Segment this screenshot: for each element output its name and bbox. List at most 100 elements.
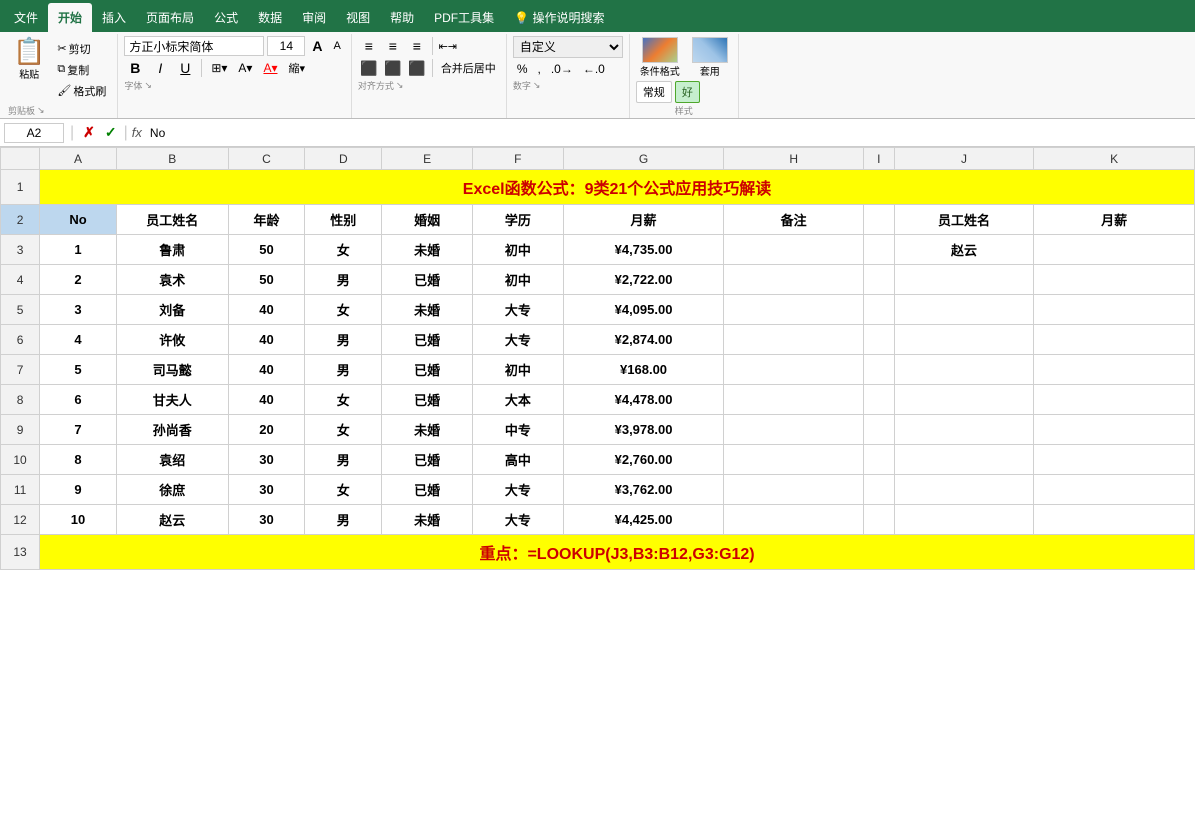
cell-F5[interactable]: 大专 [472,295,563,325]
merge-center-button[interactable]: 合并后居中 [437,58,500,78]
special-format-button[interactable]: 縮▾ [284,58,309,78]
cell-C8[interactable]: 40 [228,385,305,415]
row-header-2[interactable]: 2 [1,205,40,235]
cell-B11[interactable]: 徐庶 [116,475,228,505]
cell-E9[interactable]: 未婚 [382,415,473,445]
cell-A11[interactable]: 9 [40,475,117,505]
font-increase-button[interactable]: A [308,36,326,56]
copy-button[interactable]: ⧉ 复制 [54,60,109,80]
cell-A6[interactable]: 4 [40,325,117,355]
cell-K3[interactable] [1034,235,1195,265]
cell-K10[interactable] [1034,445,1195,475]
font-size-input[interactable] [267,36,305,56]
cell-B9[interactable]: 孙尚香 [116,415,228,445]
row-header-11[interactable]: 11 [1,475,40,505]
cell-B3[interactable]: 鲁肃 [116,235,228,265]
cell-D12[interactable]: 男 [305,505,382,535]
align-top-right-button[interactable]: ≡ [406,36,428,56]
menu-insert[interactable]: 插入 [92,3,136,32]
cell-G3[interactable]: ¥4,735.00 [563,235,724,265]
cell-H5[interactable] [724,295,864,325]
cell-A2[interactable]: No [40,205,117,235]
font-name-input[interactable] [124,36,264,56]
cell-H12[interactable] [724,505,864,535]
increase-decimal-button[interactable]: .0→ [547,60,577,78]
cell-D9[interactable]: 女 [305,415,382,445]
cell-K5[interactable] [1034,295,1195,325]
cell-H4[interactable] [724,265,864,295]
paste-button[interactable]: 📋 粘贴 [8,36,50,103]
row-header-7[interactable]: 7 [1,355,40,385]
cell-ref-input[interactable] [4,123,64,143]
cell-G5[interactable]: ¥4,095.00 [563,295,724,325]
align-right-button[interactable]: ⬛ [406,58,428,78]
cell-H11[interactable] [724,475,864,505]
cell-E4[interactable]: 已婚 [382,265,473,295]
cell-I12[interactable] [863,505,894,535]
cell-E3[interactable]: 未婚 [382,235,473,265]
underline-button[interactable]: U [174,58,196,78]
cell-G7[interactable]: ¥168.00 [563,355,724,385]
cell-F11[interactable]: 大专 [472,475,563,505]
cell-I3[interactable] [863,235,894,265]
menu-layout[interactable]: 页面布局 [136,3,204,32]
cell-F3[interactable]: 初中 [472,235,563,265]
cut-button[interactable]: ✂ 剪切 [54,39,109,59]
cell-C6[interactable]: 40 [228,325,305,355]
col-header-I[interactable]: I [863,148,894,170]
cell-G4[interactable]: ¥2,722.00 [563,265,724,295]
cell-I9[interactable] [863,415,894,445]
cell-F6[interactable]: 大专 [472,325,563,355]
cell-B4[interactable]: 袁术 [116,265,228,295]
cell-D2[interactable]: 性别 [305,205,382,235]
row-header-4[interactable]: 4 [1,265,40,295]
cell-G9[interactable]: ¥3,978.00 [563,415,724,445]
cell-I4[interactable] [863,265,894,295]
cell-D8[interactable]: 女 [305,385,382,415]
expand-clipboard-icon[interactable]: ↘ [37,105,45,116]
menu-pdf[interactable]: PDF工具集 [424,3,504,32]
cell-A9[interactable]: 7 [40,415,117,445]
decrease-decimal-button[interactable]: ←.0 [579,60,609,78]
cell-F12[interactable]: 大专 [472,505,563,535]
align-center-button[interactable]: ⬛ [382,58,404,78]
cell-F10[interactable]: 高中 [472,445,563,475]
cell-D4[interactable]: 男 [305,265,382,295]
cell-A7[interactable]: 5 [40,355,117,385]
cell-A12[interactable]: 10 [40,505,117,535]
cell-F4[interactable]: 初中 [472,265,563,295]
thousands-button[interactable]: , [533,60,544,78]
cell-E6[interactable]: 已婚 [382,325,473,355]
cell-J3[interactable]: 赵云 [894,235,1034,265]
cell-H7[interactable] [724,355,864,385]
expand-number-icon[interactable]: ↘ [533,80,541,91]
cell-C9[interactable]: 20 [228,415,305,445]
col-header-D[interactable]: D [305,148,382,170]
cell-J7[interactable] [894,355,1034,385]
cell-G8[interactable]: ¥4,478.00 [563,385,724,415]
menu-view[interactable]: 视图 [336,3,380,32]
cell-F2[interactable]: 学历 [472,205,563,235]
format-painter-button[interactable]: 🖌 格式刷 [54,81,109,101]
cell-K6[interactable] [1034,325,1195,355]
font-decrease-button[interactable]: A [329,38,344,54]
col-header-F[interactable]: F [472,148,563,170]
cell-B10[interactable]: 袁绍 [116,445,228,475]
cell-E2[interactable]: 婚姻 [382,205,473,235]
align-left-button[interactable]: ⬛ [358,58,380,78]
menu-formula[interactable]: 公式 [204,3,248,32]
cell-D6[interactable]: 男 [305,325,382,355]
font-color-button[interactable]: A▾ [259,59,281,77]
align-top-left-button[interactable]: ≡ [358,36,380,56]
cell-J10[interactable] [894,445,1034,475]
cell-D11[interactable]: 女 [305,475,382,505]
apply-table-button[interactable]: 套用 [688,36,732,79]
col-header-G[interactable]: G [563,148,724,170]
cell-J2[interactable]: 员工姓名 [894,205,1034,235]
menu-file[interactable]: 文件 [4,3,48,32]
cell-J5[interactable] [894,295,1034,325]
title-cell[interactable]: Excel函数公式：9类21个公式应用技巧解读 [40,170,1195,205]
cell-A10[interactable]: 8 [40,445,117,475]
cell-F8[interactable]: 大本 [472,385,563,415]
menu-search[interactable]: 💡 💡 操作说明搜索操作说明搜索 [504,3,614,32]
